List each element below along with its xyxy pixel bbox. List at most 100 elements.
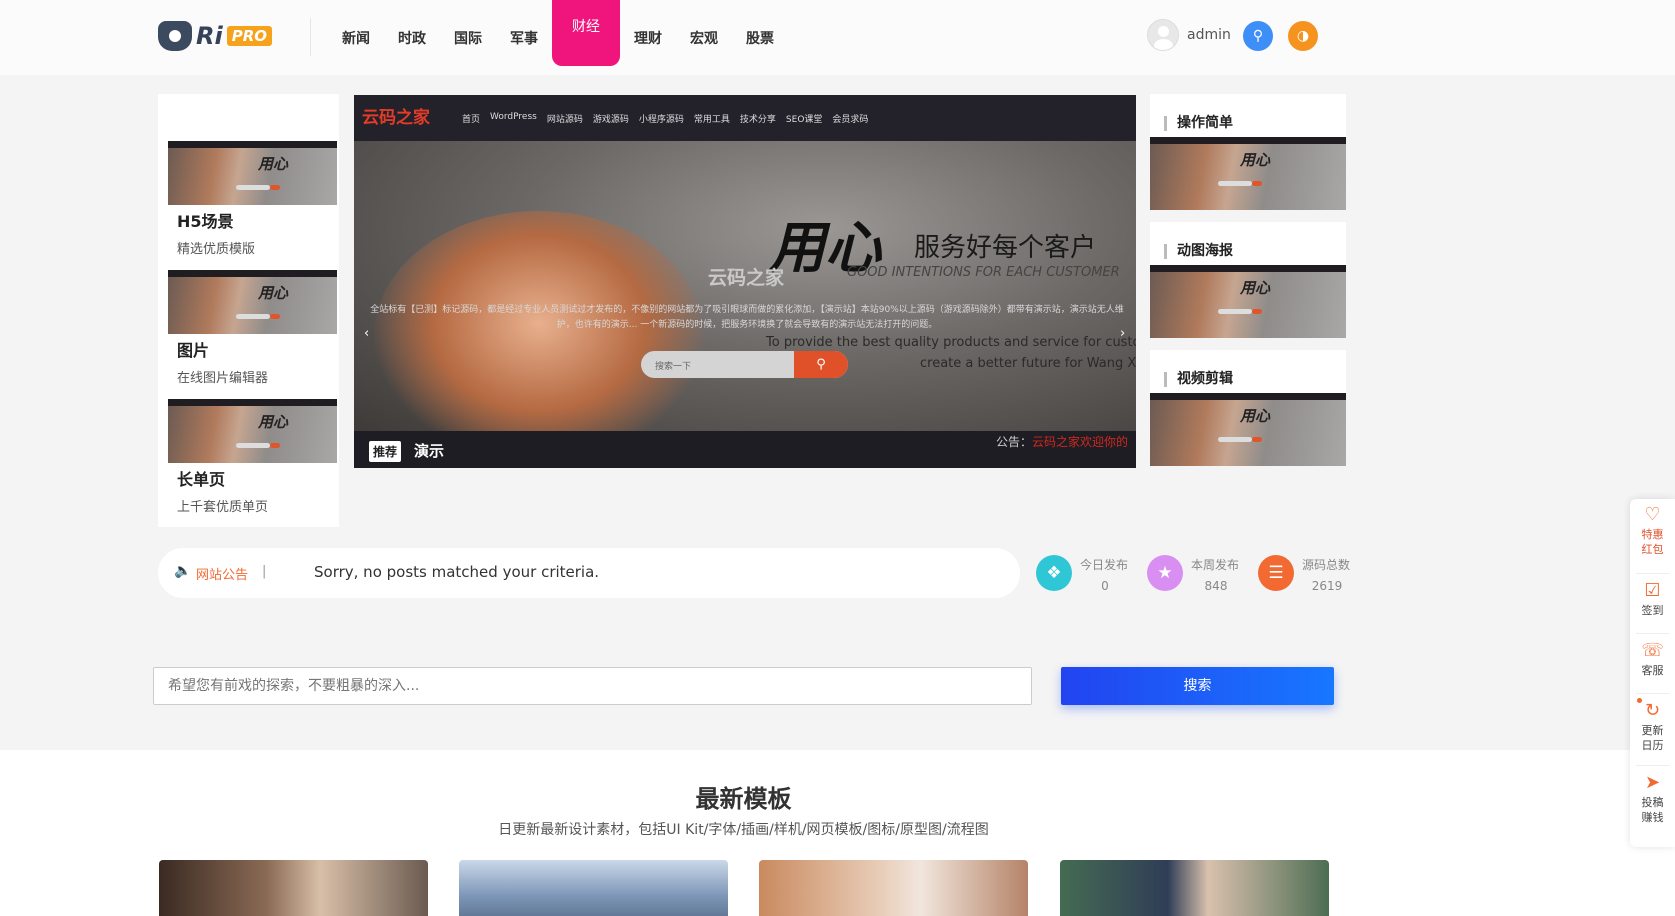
template-card[interactable] <box>759 860 1028 916</box>
heart-hands-graphic <box>374 211 704 461</box>
slide-site-name: 云码之家 <box>708 267 785 289</box>
stat-label: 今日发布 <box>1080 558 1129 572</box>
feature-thumbnail[interactable] <box>168 141 337 205</box>
right-card-thumbnail[interactable] <box>1150 265 1346 338</box>
nav-item-politics[interactable]: 时政 <box>384 0 440 75</box>
username[interactable]: admin <box>1187 27 1231 43</box>
search-button[interactable]: ⚲ <box>1243 21 1273 51</box>
notice-label: 网站公告 <box>196 568 249 583</box>
slide-site-logo: 云码之家 <box>362 108 430 128</box>
slide-notice-text: 云码之家欢迎你的 <box>1031 435 1128 449</box>
nav-item-news[interactable]: 新闻 <box>328 0 384 75</box>
slide-caption[interactable]: 演示 <box>414 440 444 461</box>
slide-image: 用心 服务好每个客户 GOOD INTENTIONS FOR EACH CUST… <box>354 141 1136 461</box>
slide-menu-item: 小程序源码 <box>638 115 684 125</box>
stack-icon: ☰ <box>1258 555 1294 591</box>
header-divider <box>310 18 311 56</box>
template-card[interactable] <box>459 860 728 916</box>
stat-week: ★ 本周发布 848 <box>1147 552 1257 602</box>
refresh-icon: ↻ <box>1644 700 1661 721</box>
right-card-thumbnail[interactable] <box>1150 137 1346 210</box>
theme-toggle-button[interactable]: ◑ <box>1288 21 1318 51</box>
logo-badge: PRO <box>226 26 273 46</box>
slider-prev-icon[interactable]: ‹ <box>364 326 369 341</box>
feature-subtitle: 上千套优质单页 <box>177 500 269 515</box>
checkin-icon: ☑ <box>1644 580 1661 601</box>
notice-text: Sorry, no posts matched your criteria. <box>314 563 600 581</box>
stat-value: 848 <box>1204 579 1228 593</box>
search-input[interactable] <box>153 667 1032 705</box>
template-card[interactable] <box>1060 860 1329 916</box>
gift-icon: ♡ <box>1644 504 1661 525</box>
stat-label: 本周发布 <box>1191 558 1240 572</box>
slide-site-header: 云码之家 首页 WordPress 网站源码 游戏源码 小程序源码 常用工具 技… <box>354 95 1136 141</box>
float-item-update-calendar[interactable]: ↻ 更新 日历 <box>1630 701 1675 753</box>
notice-separator: | <box>262 564 267 579</box>
float-item-checkin[interactable]: ☑ 签到 <box>1630 581 1675 618</box>
section-title: 最新模板 <box>695 785 792 813</box>
float-item-submit[interactable]: ➤ 投稿 赚钱 <box>1630 773 1675 825</box>
slide-menu-item: 常用工具 <box>693 115 730 125</box>
float-item-label: 投稿 赚钱 <box>1641 796 1664 824</box>
feature-subtitle: 在线图片编辑器 <box>177 371 269 386</box>
section-subtitle: 日更新最新设计素材，包括UI Kit/字体/插画/样机/网页模板/图标/原型图/… <box>498 822 989 838</box>
nav-item-military[interactable]: 军事 <box>496 0 552 75</box>
feature-item-single-page[interactable]: 长单页 上千套优质单页 <box>168 399 337 515</box>
left-feature-column: H5场景 精选优质模版 图片 在线图片编辑器 长单页 上千套优质单页 <box>158 94 339 527</box>
slide-notice: 公告：云码之家欢迎你的 <box>996 433 1128 450</box>
floating-toolbar: ♡ 特惠 红包 ☑ 签到 ☏ 客服 ↻ 更新 日历 ➤ 投稿 赚钱 <box>1630 499 1675 847</box>
nav-item-international[interactable]: 国际 <box>440 0 496 75</box>
nav-item-stocks[interactable]: 股票 <box>732 0 788 75</box>
right-card-thumbnail[interactable] <box>1150 393 1346 466</box>
avatar[interactable] <box>1147 19 1179 51</box>
slide-menu-item: 网站源码 <box>546 115 583 125</box>
right-card-gif-poster[interactable]: 动图海报 <box>1150 222 1346 338</box>
right-card-title: 动图海报 <box>1164 244 1233 259</box>
float-item-label: 特惠 红包 <box>1641 528 1664 556</box>
template-card[interactable] <box>159 860 428 916</box>
stat-today: ❖ 今日发布 0 <box>1036 552 1146 602</box>
site-header: Ri PRO 新闻 时政 国际 军事 财经 理财 宏观 股票 admin ⚲ ◑ <box>0 0 1675 75</box>
send-icon: ➤ <box>1644 772 1661 793</box>
slider-next-icon[interactable]: › <box>1120 326 1125 341</box>
feature-thumbnail[interactable] <box>168 270 337 334</box>
slide-menu-item: WordPress <box>490 112 537 122</box>
search-icon: ⚲ <box>1252 28 1264 44</box>
nav-item-macro[interactable]: 宏观 <box>676 0 732 75</box>
slide-tagline-en-2: create a better future for Wang Xin <box>920 356 1136 371</box>
float-item-label: 更新 日历 <box>1641 724 1664 752</box>
logo-mark-icon <box>158 21 192 51</box>
nav-item-finance[interactable]: 财经 <box>552 0 620 66</box>
slide-menu-item: 技术分享 <box>739 115 776 125</box>
speaker-icon: 🔈 <box>174 563 192 579</box>
layers-icon: ❖ <box>1036 555 1072 591</box>
logo-text: Ri <box>196 22 223 50</box>
slide-tagline-en: To provide the best quality products and… <box>766 335 1136 350</box>
feature-thumbnail[interactable] <box>168 399 337 463</box>
stat-label: 源码总数 <box>1302 558 1351 572</box>
user-menu[interactable]: admin <box>1147 19 1231 51</box>
stat-total: ☰ 源码总数 2619 <box>1258 552 1368 602</box>
feature-subtitle: 精选优质模版 <box>177 242 256 257</box>
feature-item-image[interactable]: 图片 在线图片编辑器 <box>168 270 337 386</box>
right-card-video-editing[interactable]: 视频剪辑 <box>1150 350 1346 466</box>
search-submit-button[interactable]: 搜索 <box>1061 667 1334 705</box>
slide-menu-item: SEO课堂 <box>785 115 823 125</box>
right-card-easy-operation[interactable]: 操作简单 <box>1150 94 1346 210</box>
slide-search-icon: ⚲ <box>794 351 848 378</box>
float-item-support[interactable]: ☏ 客服 <box>1630 641 1675 678</box>
slide-site-menu: 首页 WordPress 网站源码 游戏源码 小程序源码 常用工具 技术分享 S… <box>462 112 868 125</box>
feature-item-h5[interactable]: H5场景 精选优质模版 <box>168 141 337 257</box>
nav-item-wealth[interactable]: 理财 <box>620 0 676 75</box>
slide-notice-prefix: 公告： <box>995 435 1032 449</box>
site-notice-bar: 🔈 网站公告 | Sorry, no posts matched your cr… <box>158 548 1020 598</box>
hero-slider[interactable]: 云码之家 首页 WordPress 网站源码 游戏源码 小程序源码 常用工具 技… <box>354 95 1136 468</box>
float-item-red-packet[interactable]: ♡ 特惠 红包 <box>1630 505 1675 557</box>
slide-description: 全站标有【已测】标记源码，都是经过专业人员测试过才发布的，不像别的网站都为了吸引… <box>370 305 1124 330</box>
float-item-label: 客服 <box>1641 664 1664 677</box>
feature-title: H5场景 <box>177 212 234 231</box>
stat-value: 2619 <box>1311 579 1343 593</box>
site-logo[interactable]: Ri PRO <box>158 20 273 52</box>
slide-slogan-en: GOOD INTENTIONS FOR EACH CUSTOMER <box>847 265 1120 280</box>
slide-caption-bar: 推荐 演示 公告：云码之家欢迎你的 <box>354 431 1136 468</box>
